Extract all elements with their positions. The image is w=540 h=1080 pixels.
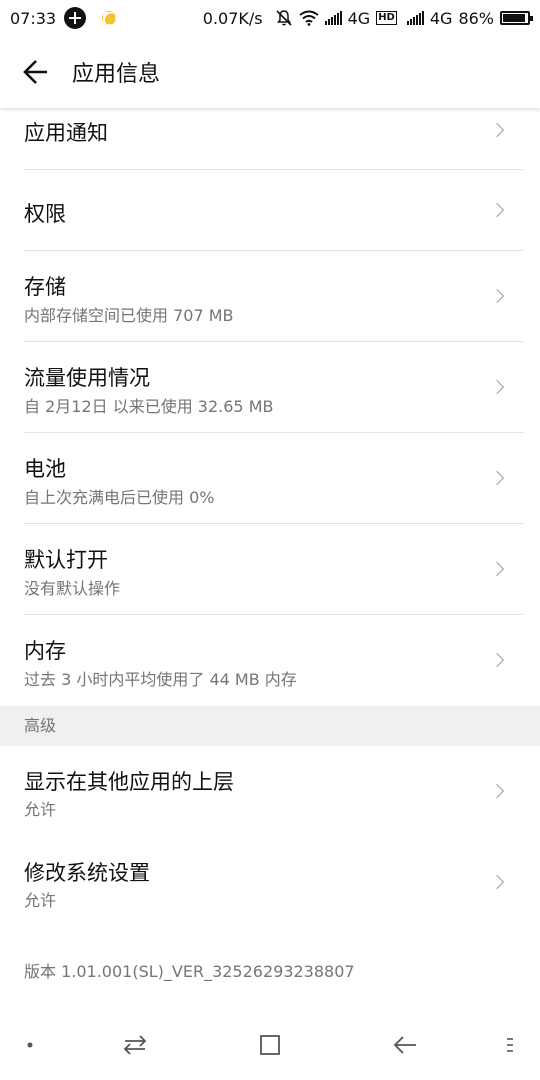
- list-item-subtitle: 允许: [24, 800, 57, 819]
- network-type-1: 4G: [347, 8, 371, 28]
- chevron-right-icon: [489, 783, 505, 799]
- list-item-battery[interactable]: 电池 自上次充满电后已使用 0%: [24, 433, 524, 524]
- back-button[interactable]: [0, 36, 72, 108]
- version-text: 版本 1.01.001(SL)_VER_32526293238807: [24, 962, 355, 981]
- dot-icon: [27, 1042, 33, 1048]
- hd-badge: HD: [376, 11, 397, 25]
- status-right: 0.07K/s 4G HD 4G 86%: [202, 8, 533, 28]
- section-header-advanced: 高级: [0, 706, 540, 746]
- list-item-title: 内存: [24, 639, 66, 663]
- nav-switch-button[interactable]: [110, 1010, 160, 1080]
- nav-recents-button[interactable]: [245, 1010, 295, 1080]
- chevron-right-icon: [489, 202, 505, 218]
- list-item-draw-over-apps[interactable]: 显示在其他应用的上层 允许: [24, 746, 524, 837]
- list-item-notifications[interactable]: 应用通知: [24, 108, 524, 170]
- list-item-permissions[interactable]: 权限: [24, 170, 524, 251]
- chevron-right-icon: [489, 874, 505, 890]
- notification-icon: [64, 7, 87, 29]
- list-item-memory[interactable]: 内存 过去 3 小时内平均使用了 44 MB 内存: [24, 615, 524, 706]
- chevron-right-icon: [489, 288, 505, 304]
- back-arrow-icon: [393, 1036, 416, 1054]
- square-icon: [260, 1035, 280, 1055]
- battery-fill: [503, 14, 526, 22]
- app-bar: 应用信息: [0, 36, 540, 108]
- switch-icon: [123, 1035, 147, 1055]
- list-item-title: 默认打开: [24, 548, 108, 572]
- list-item-title: 存储: [24, 275, 66, 299]
- chevron-right-icon: [489, 652, 505, 668]
- signal-icon: [324, 11, 342, 25]
- list-item-subtitle: 内部存储空间已使用 707 MB: [24, 306, 234, 325]
- nav-menu-button[interactable]: [495, 1010, 525, 1080]
- battery-percent: 86%: [458, 8, 494, 28]
- nav-back-button[interactable]: [380, 1010, 430, 1080]
- chevron-right-icon: [489, 561, 505, 577]
- list-item-open-by-default[interactable]: 默认打开 没有默认操作: [24, 524, 524, 615]
- wifi-icon: [298, 10, 319, 26]
- status-bar: 07:33 0.07K/s 4G HD 4G 86%: [0, 0, 540, 36]
- arrow-left-icon: [23, 60, 47, 84]
- mute-icon: [275, 9, 293, 27]
- chevron-right-icon: [489, 122, 505, 138]
- list-item-subtitle: 允许: [24, 891, 57, 910]
- status-time: 07:33: [10, 8, 57, 28]
- list-item-title: 流量使用情况: [24, 366, 150, 390]
- battery-icon: [500, 11, 533, 25]
- menu-icon: [507, 1038, 513, 1052]
- weather-icon: [102, 11, 117, 25]
- list-item-title: 显示在其他应用的上层: [24, 770, 234, 794]
- list-item-title: 修改系统设置: [24, 861, 150, 885]
- page-title: 应用信息: [72, 62, 161, 87]
- chevron-right-icon: [489, 379, 505, 395]
- list-item-storage[interactable]: 存储 内部存储空间已使用 707 MB: [24, 251, 524, 342]
- list-item-data-usage[interactable]: 流量使用情况 自 2月12日 以来已使用 32.65 MB: [24, 342, 524, 433]
- navigation-bar: [0, 1010, 540, 1080]
- list-item-subtitle: 过去 3 小时内平均使用了 44 MB 内存: [24, 670, 297, 689]
- list-item-subtitle: 自上次充满电后已使用 0%: [24, 488, 215, 507]
- status-left: 07:33: [10, 7, 117, 29]
- nav-dot-button[interactable]: [10, 1010, 50, 1080]
- list-item-title: 电池: [24, 457, 66, 481]
- list-item-title: 应用通知: [24, 121, 108, 145]
- list-item-title: 权限: [24, 202, 66, 226]
- signal-icon-2: [406, 11, 424, 25]
- list-item-subtitle: 自 2月12日 以来已使用 32.65 MB: [24, 397, 274, 416]
- chevron-right-icon: [489, 470, 505, 486]
- settings-list: 应用通知 权限 存储 内部存储空间已使用 707 MB 流量使用情况 自 2月1…: [0, 108, 540, 928]
- list-item-subtitle: 没有默认操作: [24, 579, 121, 598]
- list-item-modify-system-settings[interactable]: 修改系统设置 允许: [24, 837, 524, 928]
- net-speed: 0.07K/s: [202, 8, 263, 28]
- network-type-2: 4G: [429, 8, 453, 28]
